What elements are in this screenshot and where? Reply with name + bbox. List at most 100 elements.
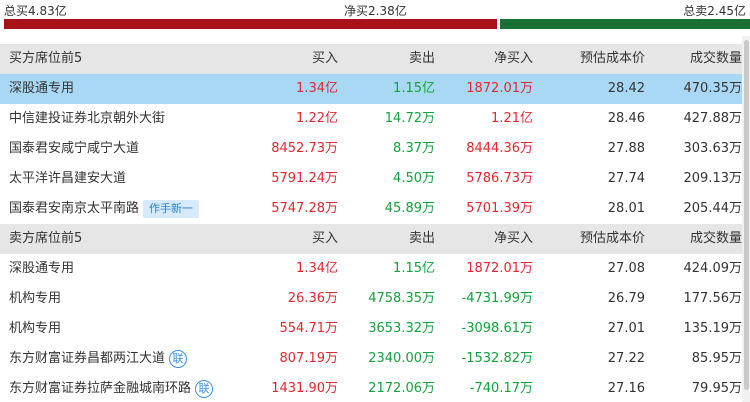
table-row[interactable]: 东方财富证券昌都两江大道联 807.19万 2340.00万 -1532.82万 27.… (0, 344, 742, 374)
table-row[interactable]: 太平洋许昌建安大道 5791.24万 4.50万 5786.73万 27.74 209.1… (0, 164, 742, 194)
net-cell: -1532.82万 (461, 351, 533, 366)
sell-cell: 1.15亿 (393, 261, 435, 276)
cost-cell: 27.08 (607, 261, 645, 276)
buy-ratio-segment (4, 19, 497, 29)
column-header-net[interactable]: 净买入 (494, 44, 533, 74)
column-header-seat: 卖方席位前5 (9, 231, 83, 246)
seat-name-cell: 深股通专用 (9, 254, 74, 284)
seat-name[interactable]: 机构专用 (9, 321, 61, 336)
sell-cell: 8.37万 (393, 141, 435, 156)
net-cell: 1872.01万 (466, 261, 533, 276)
volume-cell: 470.35万 (683, 81, 743, 96)
buy-cell: 807.19万 (279, 351, 339, 366)
seat-name[interactable]: 中信建投证券北京朝外大街 (9, 111, 165, 126)
seat-name-cell: 国泰君安南京太平南路 作手新一 (9, 194, 200, 224)
seat-name[interactable]: 深股通专用 (9, 261, 74, 276)
total-buy-label: 总买4.83亿 (4, 4, 67, 18)
cost-cell: 27.01 (607, 321, 645, 336)
net-buy-label: 净买2.38亿 (344, 4, 407, 18)
table-row[interactable]: 机构专用 554.71万 3653.32万 -3098.61万 27.01 135.19万 (0, 314, 742, 344)
net-cell: 1872.01万 (466, 81, 533, 96)
volume-cell: 424.09万 (683, 261, 743, 276)
seat-name[interactable]: 国泰君安咸宁咸宁大道 (9, 141, 139, 156)
volume-cell: 303.63万 (683, 141, 743, 156)
sell-cell: 3653.32万 (368, 321, 435, 336)
table-row[interactable]: 国泰君安咸宁咸宁大道 8452.73万 8.37万 8444.36万 27.88 303.… (0, 134, 742, 164)
table-row[interactable]: 深股通专用 1.34亿 1.15亿 1872.01万 28.42 470.35万 (0, 74, 742, 104)
column-header-net[interactable]: 净买入 (494, 224, 533, 254)
table-row[interactable]: 国泰君安南京太平南路 作手新一 5747.28万 45.89万 5701.39万 28.0… (0, 194, 742, 224)
total-sell-label: 总卖2.45亿 (683, 4, 746, 18)
column-header-volume[interactable]: 成交数量 (690, 44, 742, 74)
cost-cell: 28.01 (607, 201, 645, 216)
seat-name[interactable]: 东方财富证券拉萨金融城南环路 (9, 381, 191, 396)
sell-cell: 2172.06万 (368, 381, 435, 396)
volume-cell: 177.56万 (683, 291, 743, 306)
buy-cell: 8452.73万 (271, 141, 338, 156)
volume-cell: 205.44万 (683, 201, 743, 216)
column-header-sell[interactable]: 卖出 (409, 224, 435, 254)
buy-sell-ratio-bar (4, 19, 750, 29)
cost-cell: 28.42 (607, 81, 645, 96)
buy-cell: 1.34亿 (296, 261, 338, 276)
sell-cell: 2340.00万 (368, 351, 435, 366)
buy-cell: 1.22亿 (296, 111, 338, 126)
net-cell: -740.17万 (469, 381, 533, 396)
cost-cell: 27.88 (607, 141, 645, 156)
table-row[interactable]: 机构专用 26.36万 4758.35万 -4731.99万 26.79 177.56万 (0, 284, 742, 314)
scrollbar-thumb[interactable] (744, 40, 749, 390)
column-header-volume[interactable]: 成交数量 (690, 224, 742, 254)
table-row[interactable]: 中信建投证券北京朝外大街 1.22亿 14.72万 1.21亿 28.46 427.88万 (0, 104, 742, 134)
seat-name[interactable]: 东方财富证券昌都两江大道 (9, 351, 165, 366)
seat-name[interactable]: 国泰君安南京太平南路 (9, 201, 139, 216)
seat-name-cell: 机构专用 (9, 314, 61, 344)
table-row[interactable]: 东方财富证券拉萨金融城南环路联 1431.90万 2172.06万 -740.17万 2… (0, 374, 742, 402)
sell-cell: 4.50万 (393, 171, 435, 186)
cost-cell: 27.74 (607, 171, 645, 186)
volume-cell: 427.88万 (683, 111, 743, 126)
seat-name[interactable]: 深股通专用 (9, 81, 74, 96)
linked-badge-icon[interactable]: 联 (195, 379, 214, 398)
sell-cell: 4758.35万 (368, 291, 435, 306)
seat-name-cell: 国泰君安咸宁咸宁大道 (9, 134, 139, 164)
column-header-seat: 买方席位前5 (9, 51, 83, 66)
buy-cell: 1.34亿 (296, 81, 338, 96)
net-cell: -4731.99万 (461, 291, 533, 306)
sell-cell: 14.72万 (384, 111, 435, 126)
cost-cell: 27.16 (607, 381, 645, 396)
net-cell: 8444.36万 (466, 141, 533, 156)
cost-cell: 27.22 (607, 351, 645, 366)
volume-cell: 85.95万 (691, 351, 742, 366)
sell-ratio-segment (500, 19, 750, 29)
seat-name-cell: 东方财富证券昌都两江大道联 (9, 344, 188, 374)
buy-cell: 26.36万 (287, 291, 338, 306)
volume-cell: 209.13万 (683, 171, 743, 186)
seat-name[interactable]: 机构专用 (9, 291, 61, 306)
sell-seats-header: 卖方席位前5 买入 卖出 净买入 预估成本价 成交数量 (0, 224, 742, 254)
column-header-sell[interactable]: 卖出 (409, 44, 435, 74)
table-row[interactable]: 深股通专用 1.34亿 1.15亿 1872.01万 27.08 424.09万 (0, 254, 742, 284)
seat-name-cell: 机构专用 (9, 284, 61, 314)
sell-cell: 1.15亿 (393, 81, 435, 96)
column-header-cost[interactable]: 预估成本价 (580, 44, 645, 74)
seat-name-cell: 太平洋许昌建安大道 (9, 164, 126, 194)
buy-cell: 1431.90万 (271, 381, 338, 396)
buy-cell: 554.71万 (279, 321, 339, 336)
linked-badge-icon[interactable]: 联 (169, 349, 188, 368)
net-cell: 1.21亿 (491, 111, 533, 126)
volume-cell: 79.95万 (691, 381, 742, 396)
seat-name-cell: 深股通专用 (9, 74, 74, 104)
seat-name-cell: 东方财富证券拉萨金融城南环路联 (9, 374, 214, 402)
sell-cell: 45.89万 (384, 201, 435, 216)
column-header-cost[interactable]: 预估成本价 (580, 224, 645, 254)
buy-cell: 5747.28万 (271, 201, 338, 216)
net-cell: 5701.39万 (466, 201, 533, 216)
seat-name[interactable]: 太平洋许昌建安大道 (9, 171, 126, 186)
column-header-buy[interactable]: 买入 (312, 224, 338, 254)
cost-cell: 26.79 (607, 291, 645, 306)
trader-tag[interactable]: 作手新一 (143, 199, 200, 218)
cost-cell: 28.46 (607, 111, 645, 126)
column-header-buy[interactable]: 买入 (312, 44, 338, 74)
buy-cell: 5791.24万 (271, 171, 338, 186)
seat-name-cell: 中信建投证券北京朝外大街 (9, 104, 165, 134)
